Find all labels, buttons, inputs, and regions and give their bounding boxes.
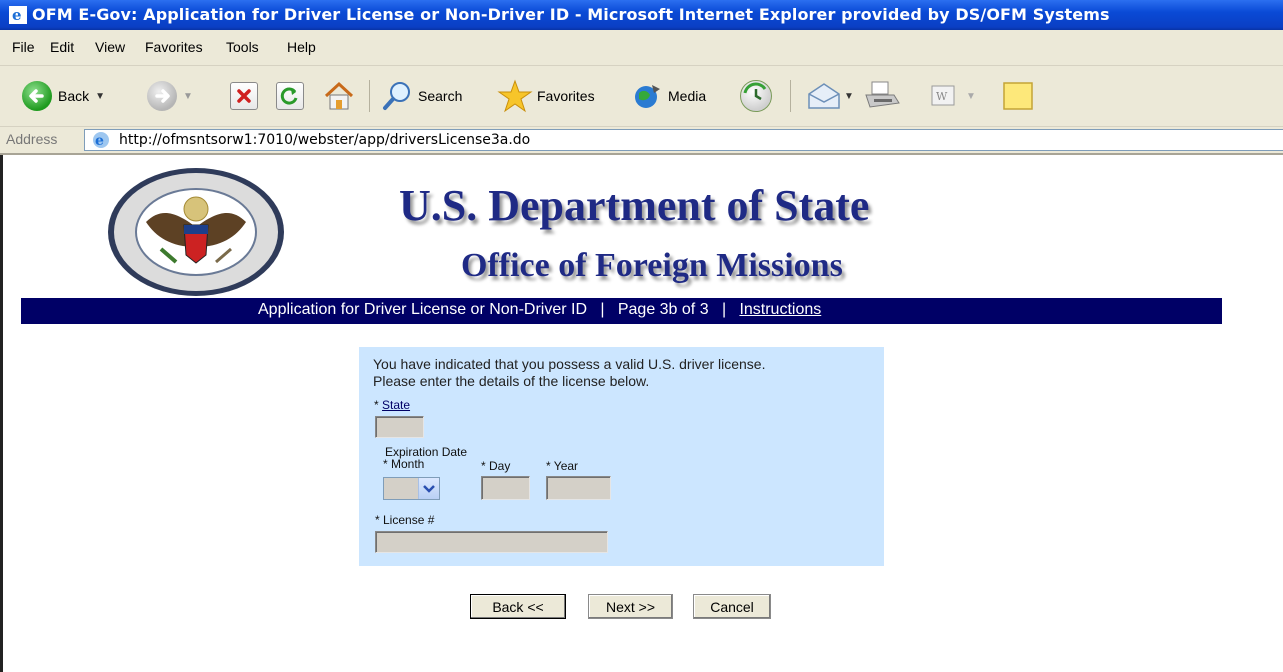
nav-separator: | (721, 301, 727, 318)
next-button[interactable]: Next >> (588, 594, 673, 619)
mail-dropdown-icon[interactable]: ▼ (844, 91, 854, 102)
ie-page-icon: e (92, 131, 110, 149)
page-subtitle: Office of Foreign Missions (461, 247, 843, 284)
department-of-state-seal (108, 168, 284, 296)
search-label: Search (418, 88, 463, 104)
back-arrow-icon (22, 81, 52, 111)
back-button[interactable]: Back ▼ (22, 78, 105, 114)
home-icon (324, 81, 354, 110)
discuss-button[interactable] (1000, 78, 1036, 114)
state-required-marker: * (374, 398, 379, 412)
svg-text:e: e (95, 133, 104, 149)
sticky-note-icon (1003, 82, 1033, 110)
menu-favorites[interactable]: Favorites (145, 39, 203, 55)
window-title: OFM E-Gov: Application for Driver Licens… (32, 5, 1110, 24)
intro-line-1: You have indicated that you possess a va… (373, 356, 766, 372)
mail-button[interactable]: ▼ (806, 78, 854, 114)
license-details-panel: You have indicated that you possess a va… (359, 347, 884, 566)
svg-text:W: W (936, 90, 948, 103)
month-select[interactable] (383, 477, 440, 500)
month-label: * Month (383, 457, 425, 471)
year-label: * Year (546, 459, 579, 473)
refresh-icon (276, 82, 304, 110)
back-label: Back (58, 88, 90, 104)
address-input[interactable]: e http://ofmsntsorw1:7010/webster/app/dr… (84, 129, 1283, 151)
day-label: * Day (481, 459, 511, 473)
nav-separator: | (600, 301, 605, 318)
nav-page-indicator: Page 3b of 3 (617, 301, 709, 318)
menu-edit[interactable]: Edit (50, 39, 74, 55)
toolbar-separator (790, 80, 791, 112)
page-title: U.S. Department of State (399, 181, 870, 230)
search-button[interactable]: Search (380, 78, 462, 114)
mail-icon (808, 83, 840, 109)
browser-toolbar: Back ▼ ▼ Search Favorites Media ▼ W ▼ (0, 66, 1283, 127)
home-button[interactable] (322, 78, 356, 114)
address-url: http://ofmsntsorw1:7010/webster/app/driv… (119, 132, 531, 148)
favorites-label: Favorites (537, 88, 595, 104)
stop-icon (230, 82, 258, 110)
forward-dropdown-icon[interactable]: ▼ (183, 91, 193, 102)
favorites-button[interactable]: Favorites (497, 78, 595, 114)
license-number-label: * License # (375, 513, 435, 527)
window-title-bar: e OFM E-Gov: Application for Driver Lice… (0, 0, 1283, 30)
page-content: U.S. Department of State Office of Forei… (0, 155, 1283, 672)
history-button[interactable] (740, 78, 772, 114)
menu-file[interactable]: File (12, 39, 35, 55)
intro-line-2: Please enter the details of the license … (373, 373, 650, 389)
cancel-button[interactable]: Cancel (693, 594, 771, 619)
menu-bar: File Edit View Favorites Tools Help (0, 30, 1283, 66)
media-globe-icon (635, 85, 660, 108)
stop-button[interactable] (230, 78, 258, 114)
media-button[interactable]: Media (630, 78, 706, 114)
day-field[interactable] (481, 476, 530, 500)
instructions-link[interactable]: Instructions (739, 301, 821, 318)
search-icon (383, 82, 410, 110)
media-label: Media (668, 88, 707, 104)
year-field[interactable] (546, 476, 611, 500)
nav-content: Application for Driver License or Non-Dr… (258, 301, 821, 319)
state-link[interactable]: State (382, 398, 410, 412)
edit-dropdown-icon[interactable]: ▼ (966, 91, 976, 102)
state-field[interactable] (375, 416, 424, 438)
word-edit-icon: W (931, 85, 955, 106)
menu-help[interactable]: Help (287, 39, 316, 55)
toolbar-separator (369, 80, 370, 112)
favorites-star-icon (497, 79, 533, 113)
state-label: * State (374, 398, 410, 412)
menu-view[interactable]: View (95, 39, 125, 55)
chevron-down-icon[interactable] (418, 478, 439, 499)
back-submit-button[interactable]: Back << (470, 594, 566, 619)
menu-tools[interactable]: Tools (226, 39, 259, 55)
back-dropdown-icon[interactable]: ▼ (95, 91, 105, 102)
intro-text: You have indicated that you possess a va… (373, 356, 766, 390)
application-nav-bar: Application for Driver License or Non-Dr… (21, 298, 1222, 324)
address-label: Address (6, 131, 58, 147)
refresh-button[interactable] (276, 78, 304, 114)
nav-app-title: Application for Driver License or Non-Dr… (258, 301, 587, 318)
print-button[interactable] (862, 78, 902, 114)
address-bar: Address e http://ofmsntsorw1:7010/webste… (0, 127, 1283, 155)
svg-text:e: e (12, 6, 22, 24)
forward-arrow-icon (147, 81, 177, 111)
printer-icon (865, 81, 900, 108)
license-number-field[interactable] (375, 531, 608, 553)
ie-window-icon: e (9, 6, 27, 24)
edit-button[interactable]: W ▼ (926, 78, 976, 114)
forward-button[interactable]: ▼ (147, 78, 193, 114)
history-icon (740, 80, 772, 112)
